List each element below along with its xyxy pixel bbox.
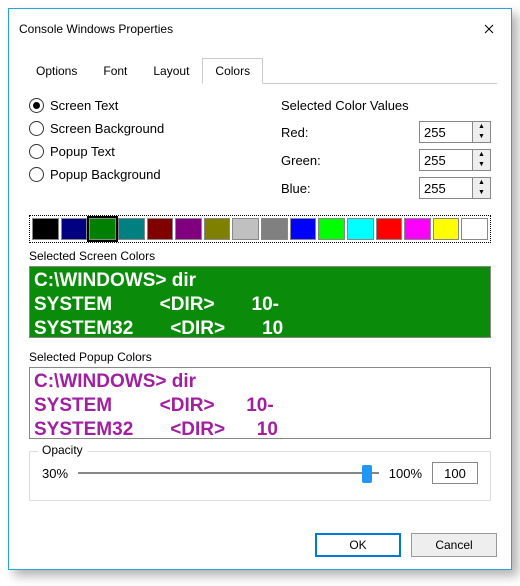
tab-font[interactable]: Font [90,58,140,84]
palette-swatch-9[interactable] [290,218,317,240]
popup-colors-label: Selected Popup Colors [29,350,491,364]
blue-spinner[interactable]: ▲▼ [419,177,491,199]
opacity-group: Opacity 30% 100% [29,451,491,501]
tab-options[interactable]: Options [23,58,90,84]
window-title: Console Windows Properties [19,22,173,36]
blue-label: Blue: [281,181,311,196]
palette-swatch-11[interactable] [347,218,374,240]
target-radio-group: Screen Text Screen Background Popup Text… [29,98,164,205]
titlebar: Console Windows Properties [9,9,511,49]
palette-swatch-7[interactable] [232,218,259,240]
slider-thumb[interactable] [362,465,372,483]
spin-up-icon[interactable]: ▲ [473,178,490,188]
color-values-title: Selected Color Values [281,98,491,113]
radio-screen-background[interactable]: Screen Background [29,121,164,136]
radio-icon [29,98,44,113]
red-input[interactable] [420,122,472,142]
palette-swatch-6[interactable] [204,218,231,240]
radio-screen-text[interactable]: Screen Text [29,98,164,113]
opacity-min-label: 30% [42,466,68,481]
radio-icon [29,121,44,136]
close-button[interactable] [467,15,511,43]
radio-popup-text[interactable]: Popup Text [29,144,164,159]
green-input[interactable] [420,150,472,170]
radio-popup-background[interactable]: Popup Background [29,167,164,182]
radio-icon [29,144,44,159]
slider-track [78,472,379,474]
spin-down-icon[interactable]: ▼ [473,188,490,198]
green-label: Green: [281,153,321,168]
palette-swatch-0[interactable] [32,218,59,240]
spin-up-icon[interactable]: ▲ [473,150,490,160]
red-spinner[interactable]: ▲▼ [419,121,491,143]
palette-swatch-1[interactable] [61,218,88,240]
colors-pane: Screen Text Screen Background Popup Text… [23,84,497,507]
screen-preview: C:\WINDOWS> dirSYSTEM <DIR> 10-SYSTEM32 … [29,266,491,338]
screen-colors-label: Selected Screen Colors [29,249,491,263]
spin-up-icon[interactable]: ▲ [473,122,490,132]
palette-swatch-15[interactable] [461,218,488,240]
tab-layout[interactable]: Layout [140,58,202,84]
tab-strip: Options Font Layout Colors [23,57,497,84]
spin-down-icon[interactable]: ▼ [473,132,490,142]
ok-button[interactable]: OK [315,533,401,557]
palette-swatch-4[interactable] [147,218,174,240]
palette-swatch-13[interactable] [404,218,431,240]
opacity-input[interactable] [432,462,478,484]
cancel-button[interactable]: Cancel [411,533,497,557]
opacity-max-label: 100% [389,466,422,481]
properties-window: Console Windows Properties Options Font … [8,8,512,570]
opacity-title: Opacity [38,443,87,457]
palette-swatch-12[interactable] [376,218,403,240]
palette-swatch-8[interactable] [261,218,288,240]
green-spinner[interactable]: ▲▼ [419,149,491,171]
color-palette [29,215,491,243]
blue-input[interactable] [420,178,472,198]
selected-color-values: Selected Color Values Red: ▲▼ Green: ▲▼ … [281,98,491,205]
palette-swatch-14[interactable] [433,218,460,240]
red-label: Red: [281,125,308,140]
palette-swatch-10[interactable] [318,218,345,240]
palette-swatch-5[interactable] [175,218,202,240]
opacity-slider[interactable] [78,463,379,483]
radio-icon [29,167,44,182]
dialog-buttons: OK Cancel [9,521,511,569]
palette-swatch-3[interactable] [118,218,145,240]
client-area: Options Font Layout Colors Screen Text S… [9,49,511,521]
popup-preview: C:\WINDOWS> dirSYSTEM <DIR> 10-SYSTEM32 … [29,367,491,439]
spin-down-icon[interactable]: ▼ [473,160,490,170]
tab-colors[interactable]: Colors [202,58,263,84]
palette-swatch-2[interactable] [89,218,116,240]
close-icon [484,24,494,34]
